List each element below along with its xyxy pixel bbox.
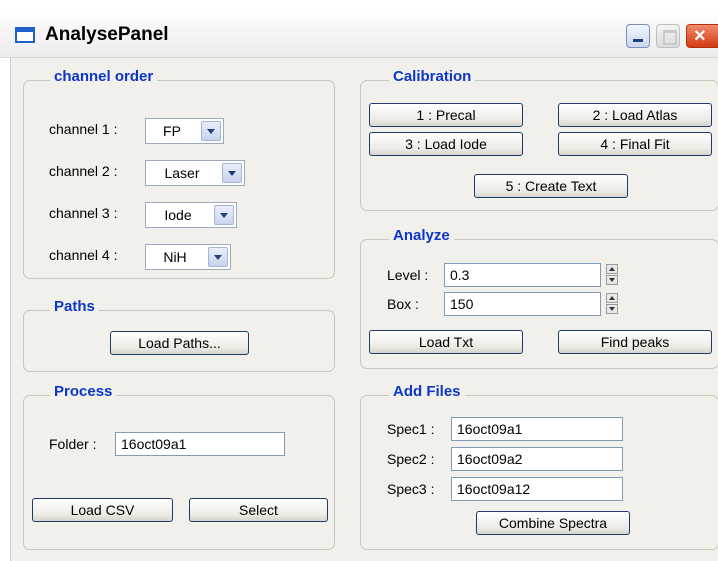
spec3-label: Spec3 : (387, 481, 435, 497)
level-input[interactable]: 0.3 (444, 263, 601, 287)
combine-spectra-button[interactable]: Combine Spectra (476, 511, 630, 535)
spin-down-icon[interactable] (606, 304, 618, 314)
load-csv-button[interactable]: Load CSV (32, 498, 173, 522)
load-paths-button[interactable]: Load Paths... (110, 331, 249, 355)
panel-body: channel order channel 1 : FP channel 2 :… (10, 58, 718, 561)
add-files-group: Add Files Spec1 : 16oct09a1 Spec2 : 16oc… (360, 383, 718, 550)
paths-group: Paths Load Paths... (23, 298, 335, 372)
spin-up-icon[interactable] (606, 293, 618, 303)
spec3-input[interactable]: 16oct09a12 (451, 477, 623, 501)
spec2-input[interactable]: 16oct09a2 (451, 447, 623, 471)
channel-order-title: channel order (50, 68, 158, 85)
load-iode-button[interactable]: 3 : Load Iode (369, 132, 523, 156)
folder-input[interactable]: 16oct09a1 (115, 432, 285, 456)
channel-4-label: channel 4 : (49, 247, 118, 263)
spec1-input[interactable]: 16oct09a1 (451, 417, 623, 441)
select-button[interactable]: Select (189, 498, 328, 522)
channel-2-select[interactable]: Laser (145, 160, 245, 186)
spin-down-icon[interactable] (606, 275, 618, 285)
paths-title: Paths (50, 298, 99, 315)
chevron-down-icon[interactable] (208, 247, 228, 267)
level-label: Level : (387, 267, 429, 283)
maximize-button[interactable] (656, 24, 680, 48)
window-icon (15, 27, 35, 43)
process-title: Process (50, 383, 117, 400)
channel-order-group: channel order channel 1 : FP channel 2 :… (23, 68, 335, 279)
level-spinner[interactable] (606, 264, 620, 286)
channel-1-select[interactable]: FP (145, 118, 224, 144)
load-atlas-button[interactable]: 2 : Load Atlas (558, 103, 712, 127)
box-label: Box : (387, 296, 419, 312)
add-files-title: Add Files (389, 383, 465, 400)
channel-4-select[interactable]: NiH (145, 244, 231, 270)
chevron-down-icon[interactable] (222, 163, 242, 183)
chevron-down-icon[interactable] (214, 205, 234, 225)
process-group: Process Folder : 16oct09a1 Load CSV Sele… (23, 383, 335, 550)
analyze-title: Analyze (389, 227, 454, 244)
channel-4-value: NiH (163, 249, 187, 265)
spec2-label: Spec2 : (387, 451, 435, 467)
window-title: AnalysePanel (45, 24, 169, 45)
channel-2-label: channel 2 : (49, 163, 118, 179)
find-peaks-button[interactable]: Find peaks (558, 330, 712, 354)
channel-1-value: FP (163, 123, 181, 139)
calibration-group: Calibration 1 : Precal 2 : Load Atlas 3 … (360, 68, 718, 211)
channel-3-select[interactable]: Iode (145, 202, 237, 228)
precal-button[interactable]: 1 : Precal (369, 103, 523, 127)
box-spinner[interactable] (606, 293, 620, 315)
spec1-label: Spec1 : (387, 421, 435, 437)
create-text-button[interactable]: 5 : Create Text (474, 174, 628, 198)
channel-3-value: Iode (164, 207, 192, 223)
box-input[interactable]: 150 (444, 292, 601, 316)
final-fit-button[interactable]: 4 : Final Fit (558, 132, 712, 156)
folder-label: Folder : (49, 436, 97, 452)
analyze-group: Analyze Level : 0.3 Box : 150 Load Txt F… (360, 227, 718, 369)
channel-3-label: channel 3 : (49, 205, 118, 221)
channel-1-label: channel 1 : (49, 121, 118, 137)
chevron-down-icon[interactable] (201, 121, 221, 141)
channel-2-value: Laser (164, 165, 200, 181)
minimize-icon (633, 39, 643, 42)
spin-up-icon[interactable] (606, 264, 618, 274)
maximize-icon (663, 30, 677, 45)
analyse-panel-window: AnalysePanel × channel order channel 1 :… (0, 0, 718, 561)
title-bar[interactable]: AnalysePanel × (0, 15, 718, 58)
close-icon: × (694, 25, 706, 47)
load-txt-button[interactable]: Load Txt (369, 330, 523, 354)
close-button[interactable]: × (686, 24, 718, 48)
calibration-title: Calibration (389, 68, 476, 85)
minimize-button[interactable] (626, 24, 650, 48)
